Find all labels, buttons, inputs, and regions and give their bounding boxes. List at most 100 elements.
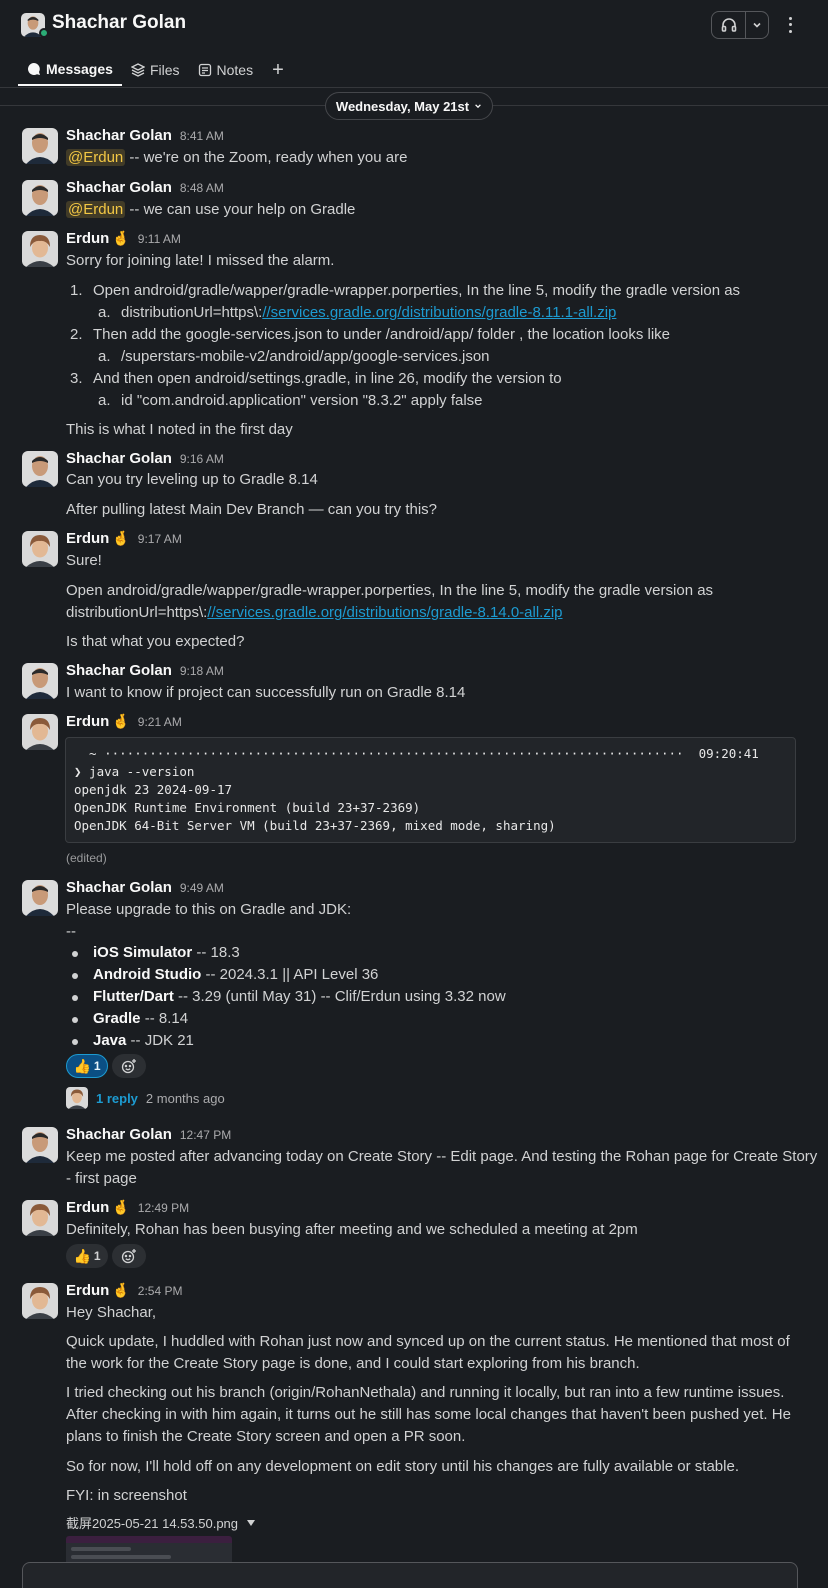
- timestamp[interactable]: 9:21 AM: [138, 715, 182, 729]
- avatar[interactable]: [22, 714, 58, 750]
- code-line: ~ ······································…: [74, 746, 759, 761]
- add-reaction-button[interactable]: [112, 1054, 146, 1078]
- status-emoji-icon[interactable]: 🤞: [112, 1199, 129, 1216]
- tab-bar: Messages Files Notes +: [18, 54, 294, 88]
- avatar[interactable]: [22, 531, 58, 567]
- author-name[interactable]: Shachar Golan: [66, 179, 172, 196]
- author-name[interactable]: Shachar Golan: [66, 662, 172, 679]
- author-name[interactable]: Erdun: [66, 1199, 109, 1216]
- message-header: Erdun 🤞 12:49 PM: [66, 1199, 189, 1216]
- user-mention[interactable]: @Erdun: [66, 149, 126, 166]
- huddle-button[interactable]: [711, 11, 769, 39]
- tab-messages[interactable]: Messages: [18, 54, 122, 86]
- message-text: Definitely, Rohan has been busying after…: [66, 1221, 638, 1238]
- status-emoji-icon[interactable]: 🤞: [112, 1282, 129, 1299]
- message-text: I tried checking out his branch (origin/…: [66, 1384, 785, 1401]
- thread-summary[interactable]: 1 reply 2 months ago: [66, 1087, 225, 1109]
- timestamp[interactable]: 12:47 PM: [180, 1128, 231, 1142]
- download-link[interactable]: //services.gradle.org/distributions/grad…: [262, 304, 616, 321]
- bullet-icon: [72, 973, 78, 979]
- message-text: FYI: in screenshot: [66, 1487, 187, 1504]
- status-emoji-icon[interactable]: 🤞: [112, 230, 129, 247]
- timestamp[interactable]: 9:18 AM: [180, 664, 224, 678]
- message-text: Is that what you expected?: [66, 633, 245, 650]
- timestamp[interactable]: 2:54 PM: [138, 1284, 183, 1298]
- code-line: openjdk 23 2024-09-17: [74, 782, 233, 797]
- author-name[interactable]: Shachar Golan: [66, 127, 172, 144]
- avatar[interactable]: [22, 1283, 58, 1319]
- status-emoji-icon[interactable]: 🤞: [112, 713, 129, 730]
- avatar: [66, 1087, 88, 1109]
- message-header: Erdun 🤞 2:54 PM: [66, 1282, 182, 1299]
- more-options-icon[interactable]: [783, 12, 797, 38]
- author-name[interactable]: Erdun: [66, 1282, 109, 1299]
- avatar[interactable]: [22, 663, 58, 699]
- avatar[interactable]: [22, 880, 58, 916]
- thread-replies-link[interactable]: 1 reply: [96, 1091, 138, 1106]
- tab-files[interactable]: Files: [122, 54, 189, 86]
- reaction-thumbsup[interactable]: 👍 1: [66, 1054, 108, 1078]
- message-text: Quick update, I huddled with Rohan just …: [66, 1333, 790, 1350]
- user-mention[interactable]: @Erdun: [66, 201, 126, 218]
- list-number: 1.: [70, 282, 83, 299]
- bullet-icon: [72, 995, 78, 1001]
- code-line: ❯ java --version: [74, 764, 195, 779]
- author-name[interactable]: Erdun: [66, 530, 109, 547]
- avatar[interactable]: [22, 451, 58, 487]
- message-composer[interactable]: [22, 1562, 798, 1588]
- chevron-down-icon[interactable]: [746, 20, 768, 30]
- layers-icon: [130, 63, 145, 77]
- message-text: Please upgrade to this on Gradle and JDK…: [66, 901, 352, 918]
- list-number: a.: [98, 392, 111, 409]
- timestamp[interactable]: 9:17 AM: [138, 532, 182, 546]
- avatar[interactable]: [22, 128, 58, 164]
- tab-notes[interactable]: Notes: [189, 54, 263, 86]
- author-name[interactable]: Shachar Golan: [66, 879, 172, 896]
- message-text: Keep me posted after advancing today on …: [66, 1148, 818, 1165]
- avatar[interactable]: [22, 180, 58, 216]
- list-item: iOS Simulator -- 18.3: [93, 944, 240, 961]
- bullet-icon: [72, 1039, 78, 1045]
- list-item: And then open android/settings.gradle, i…: [93, 370, 562, 387]
- message-header: Shachar Golan 9:49 AM: [66, 879, 224, 896]
- timestamp[interactable]: 8:41 AM: [180, 129, 224, 143]
- avatar[interactable]: [22, 1200, 58, 1236]
- list-number: 2.: [70, 326, 83, 343]
- author-name[interactable]: Shachar Golan: [66, 1126, 172, 1143]
- message-header: Shachar Golan 12:47 PM: [66, 1126, 231, 1143]
- timestamp[interactable]: 9:49 AM: [180, 881, 224, 895]
- avatar[interactable]: [22, 1127, 58, 1163]
- add-tab-button[interactable]: +: [262, 54, 294, 86]
- tab-label: Notes: [216, 62, 254, 78]
- message-header: Shachar Golan 9:16 AM: [66, 450, 224, 467]
- message-text: Open android/gradle/wapper/gradle-wrappe…: [66, 582, 714, 599]
- channel-header: Shachar Golan Messages Files Notes +: [0, 0, 828, 88]
- add-reaction-button[interactable]: [112, 1244, 146, 1268]
- message-text: distributionUrl=https\://services.gradle…: [66, 604, 563, 621]
- timestamp[interactable]: 9:11 AM: [138, 232, 181, 246]
- avatar[interactable]: [22, 231, 58, 267]
- message-text: After pulling latest Main Dev Branch — c…: [66, 501, 438, 518]
- status-emoji-icon[interactable]: 🤞: [112, 530, 129, 547]
- file-attachment-label[interactable]: 截屏2025-05-21 14.53.50.png: [66, 1513, 256, 1532]
- headphones-icon: [712, 12, 746, 38]
- bullet-icon: [72, 951, 78, 957]
- author-name[interactable]: Erdun: [66, 230, 109, 247]
- add-emoji-icon: [121, 1059, 136, 1074]
- download-link[interactable]: //services.gradle.org/distributions/grad…: [207, 604, 562, 621]
- list-number: a.: [98, 304, 111, 321]
- channel-title[interactable]: Shachar Golan: [52, 12, 186, 34]
- author-name[interactable]: Erdun: [66, 713, 109, 730]
- reaction-thumbsup[interactable]: 👍 1: [66, 1244, 108, 1268]
- code-line: OpenJDK 64-Bit Server VM (build 23+37-23…: [74, 818, 556, 833]
- author-name[interactable]: Shachar Golan: [66, 450, 172, 467]
- timestamp[interactable]: 12:49 PM: [138, 1201, 189, 1215]
- timestamp[interactable]: 9:16 AM: [180, 452, 224, 466]
- message-text: @Erdun -- we can use your help on Gradle: [66, 201, 356, 218]
- date-divider-button[interactable]: Wednesday, May 21st: [325, 92, 493, 120]
- add-emoji-icon: [121, 1249, 136, 1264]
- list-item: /superstars-mobile-v2/android/app/google…: [121, 348, 490, 365]
- list-number: 3.: [70, 370, 83, 387]
- timestamp[interactable]: 8:48 AM: [180, 181, 224, 195]
- code-block[interactable]: ~ ······································…: [65, 737, 796, 843]
